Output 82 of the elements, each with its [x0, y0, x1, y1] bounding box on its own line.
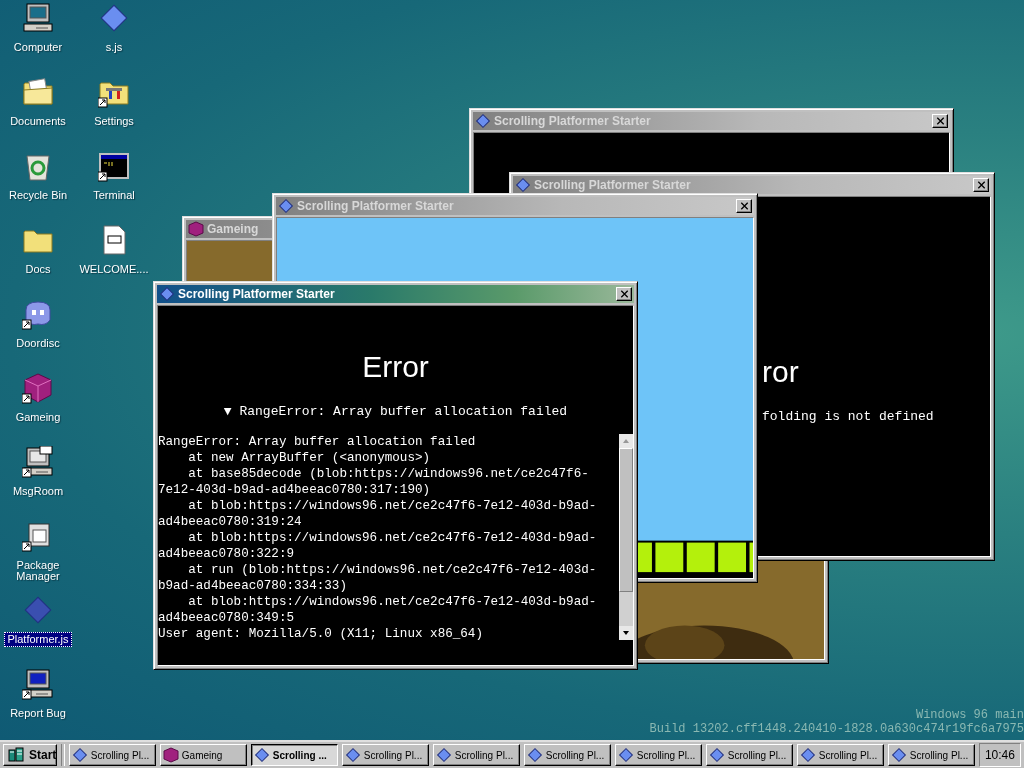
taskbar-button[interactable]: Scrolling Pl...	[68, 744, 156, 766]
diamond-icon	[799, 747, 816, 763]
folder-icon[interactable]	[22, 76, 54, 108]
chat-bubble-icon[interactable]	[22, 298, 54, 330]
close-icon	[739, 202, 749, 210]
taskbar-button[interactable]: Scrolling ...	[250, 744, 338, 766]
build-watermark: Windows 96 main	[915, 708, 1024, 722]
icon-label: Settings	[93, 114, 135, 129]
taskbar-button[interactable]: Scrolling Pl...	[887, 744, 975, 766]
close-button[interactable]	[973, 178, 989, 192]
close-icon	[935, 117, 945, 125]
stack-trace-line: at blob:https://windows96.net/ce2c47f6-7e12-403d-b9ad-	[187, 530, 598, 546]
icon-label: Platformer.js	[4, 632, 72, 647]
stack-trace-line: at base85decode (blob:https://windows96.net/ce2c47f6-	[187, 466, 590, 482]
stack-trace-line: at blob:https://windows96.net/ce2c47f6-7e12-403d-b9ad-	[187, 594, 598, 610]
stack-trace-line: User agent: Mozilla/5.0 (X11; Linux x86_64)	[158, 626, 484, 640]
building-icon	[8, 747, 24, 763]
diamond-icon	[617, 747, 634, 763]
stack-trace-line: ad4beeac0780:319:24	[158, 514, 303, 530]
icon-label: WELCOME....	[78, 262, 150, 277]
stack-trace-line: at new ArrayBuffer (<anonymous>)	[187, 450, 432, 466]
stack-trace-line: 7e12-403d-b9ad-ad4beeac0780:317:190)	[158, 482, 432, 498]
cube-icon	[162, 747, 179, 763]
window-title: Scrolling Platformer Starter	[534, 178, 692, 192]
taskbar-button[interactable]: Scrolling Pl...	[614, 744, 702, 766]
icon-label: Docs	[24, 262, 52, 277]
taskbar-button[interactable]: Scrolling Pl...	[432, 744, 520, 766]
diamond-icon	[708, 747, 725, 763]
icon-label: Report Bug	[9, 706, 67, 721]
window-title: Scrolling Platformer Starter	[178, 287, 336, 301]
computer-icon[interactable]	[22, 446, 54, 478]
diamond-icon	[890, 747, 907, 763]
diamond-icon	[435, 747, 452, 763]
stack-trace-line: at blob:https://windows96.net/ce2c47f6-7e12-403d-b9ad-	[187, 498, 598, 514]
icon-label: Computer	[12, 40, 64, 55]
window-title: Scrolling Platformer Starter	[494, 114, 652, 128]
diamond-icon	[278, 198, 294, 214]
window-title: Scrolling Platformer Starter	[297, 199, 455, 213]
scroll-down-icon[interactable]	[619, 626, 633, 640]
stack-trace-line: at run (blob:https://windows96.net/ce2c47f6-7e12-403d-	[187, 562, 598, 578]
build-watermark: Build 13202.cff1448.240410-1828.0a630c474r19fc6a7975	[649, 722, 1024, 736]
icon-label: Documents	[9, 114, 67, 129]
taskbar-button[interactable]: Scrolling Pl...	[705, 744, 793, 766]
stack-trace-line: b9ad-ad4beeac0780:334:33)	[158, 578, 348, 594]
diamond-icon	[159, 286, 175, 302]
error-message: folding is not defined	[762, 409, 934, 425]
computer-icon[interactable]	[22, 668, 54, 700]
diamond-icon	[526, 747, 543, 763]
diamond-icon	[344, 747, 361, 763]
taskbar-button[interactable]: Scrolling Pl...	[341, 744, 429, 766]
diamond-icon	[71, 747, 88, 763]
scrollbar[interactable]	[619, 434, 633, 640]
diamond-icon	[475, 113, 491, 129]
error-summary[interactable]: ▼ RangeError: Array buffer allocation failed	[223, 404, 568, 420]
icon-label: Recycle Bin	[7, 188, 69, 203]
stack-trace-line: RangeError: Array buffer allocation failed	[158, 434, 477, 450]
taskbar-button[interactable]: Scrolling Pl...	[523, 744, 611, 766]
stack-trace-line: ad4beeac0780:322:9	[158, 546, 296, 562]
icon-label: Doordisc	[15, 336, 61, 351]
icon-label: Gameing	[14, 410, 62, 425]
computer-icon[interactable]	[22, 2, 54, 34]
stack-trace-line: ad4beeac0780:349:5	[158, 610, 296, 626]
taskbar-button[interactable]: Gameing	[159, 744, 247, 766]
error-heading: Error	[362, 349, 429, 385]
start-button[interactable]: Start	[3, 744, 57, 766]
icon-label: Terminal	[92, 188, 136, 203]
window-title: Gameing	[207, 222, 260, 236]
terminal-icon[interactable]	[98, 150, 130, 182]
icon-label: s.js	[104, 40, 124, 55]
taskbar-button[interactable]: Scrolling Pl...	[796, 744, 884, 766]
close-button[interactable]	[932, 114, 948, 128]
cube-icon[interactable]	[22, 372, 54, 404]
icon-label: MsgRoom	[11, 484, 65, 499]
cube-icon	[188, 221, 204, 237]
diamond-icon	[253, 747, 270, 763]
close-button[interactable]	[736, 199, 752, 213]
clock[interactable]: 10:46	[978, 743, 1021, 767]
close-icon	[976, 181, 986, 189]
icon-label: Package Manager	[15, 558, 61, 584]
close-button[interactable]	[616, 287, 632, 301]
error-heading: ror	[762, 354, 799, 390]
close-icon	[619, 290, 629, 298]
